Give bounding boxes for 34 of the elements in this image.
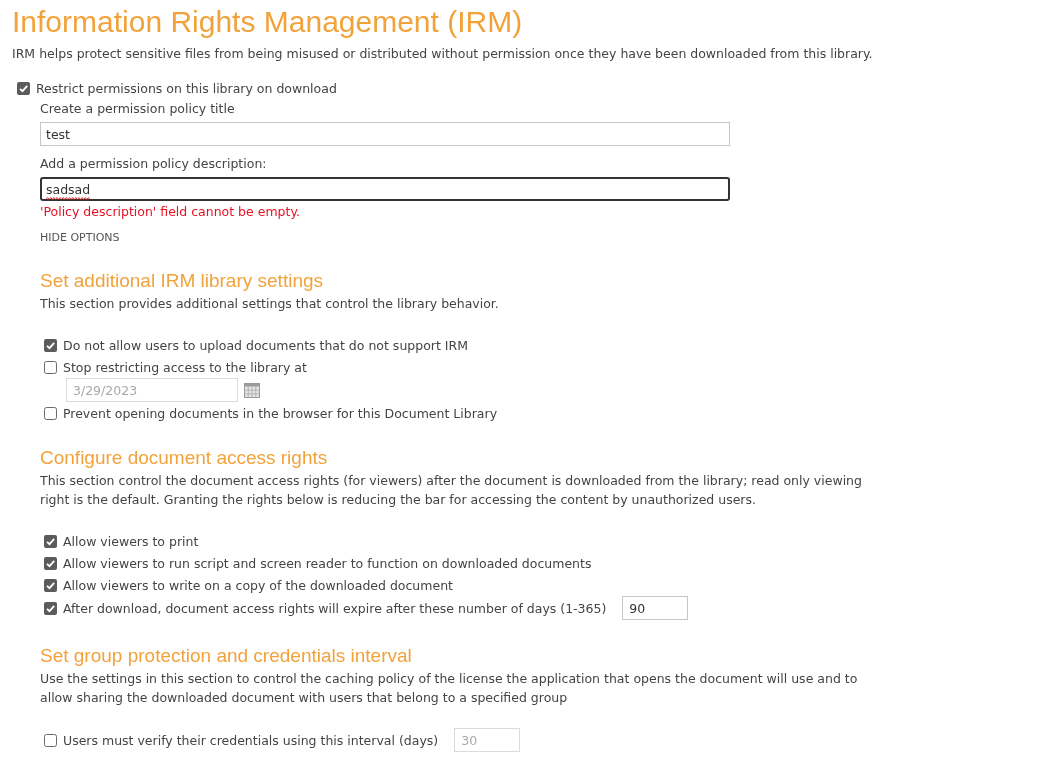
section-description: This section provides additional settings that control the library behavior. (40, 295, 500, 313)
checkbox[interactable] (44, 733, 57, 747)
number-field[interactable]: 90 (622, 596, 689, 620)
checkbox-label: Prevent opening documents in the browser for this Document Library (63, 404, 498, 423)
section-heading: Set group protection and credentials interval (40, 644, 412, 668)
checkbox-label: Users must verify their credentials using this interval (days) (63, 731, 439, 750)
checkbox-label: Allow viewers to write on a copy of the downloaded document (63, 576, 453, 595)
checkbox[interactable] (44, 601, 57, 615)
checkbox-label: Stop restricting access to the library at (63, 358, 307, 377)
section-heading: Configure document access rights (40, 446, 328, 470)
checkbox-label: After download, document access rights will expire after these number of days (1-365) (63, 599, 607, 618)
section-description: This section control the document access rights (for viewers) after the document is downloaded from the library; read only viewing right is the default. Granting the rights below is reducing the bar for accessing the content by unauthorized users. (40, 472, 863, 509)
field-label: Add a permission policy description: (40, 155, 267, 173)
calendar-icon[interactable] (244, 382, 260, 398)
checkbox-label: Allow viewers to print (63, 532, 199, 551)
hide-options-link[interactable]: HIDE OPTIONS (40, 229, 120, 247)
section-heading: Set additional IRM library settings (40, 269, 323, 293)
checkbox[interactable] (17, 81, 30, 95)
checkbox[interactable] (44, 360, 57, 374)
checkbox-label: Do not allow users to upload documents that do not support IRM (63, 336, 468, 355)
checkbox-label: Allow viewers to run script and screen reader to function on downloaded documents (63, 554, 592, 573)
page-title: Information Rights Management (IRM) (12, 4, 523, 40)
checkbox[interactable] (44, 534, 57, 548)
checkbox[interactable] (44, 338, 57, 352)
section-description: Use the settings in this section to control the caching policy of the license the application that opens the document will use and to allow sharing the downloaded document with users that belong to a specified group (40, 670, 859, 707)
field-label: Create a permission policy title (40, 100, 235, 118)
validation-error: 'Policy description' field cannot be empty. (40, 203, 300, 221)
checkbox[interactable] (44, 556, 57, 570)
page-description: IRM helps protect sensitive files from being misused or distributed without permission once they have been downloaded from this library. (12, 45, 873, 63)
checkbox-label: Restrict permissions on this library on download (36, 79, 337, 98)
policy-description-field[interactable]: sadsad (40, 177, 730, 201)
checkbox[interactable] (44, 578, 57, 592)
checkbox[interactable] (44, 406, 57, 420)
policy-title-field[interactable]: test (40, 122, 730, 146)
